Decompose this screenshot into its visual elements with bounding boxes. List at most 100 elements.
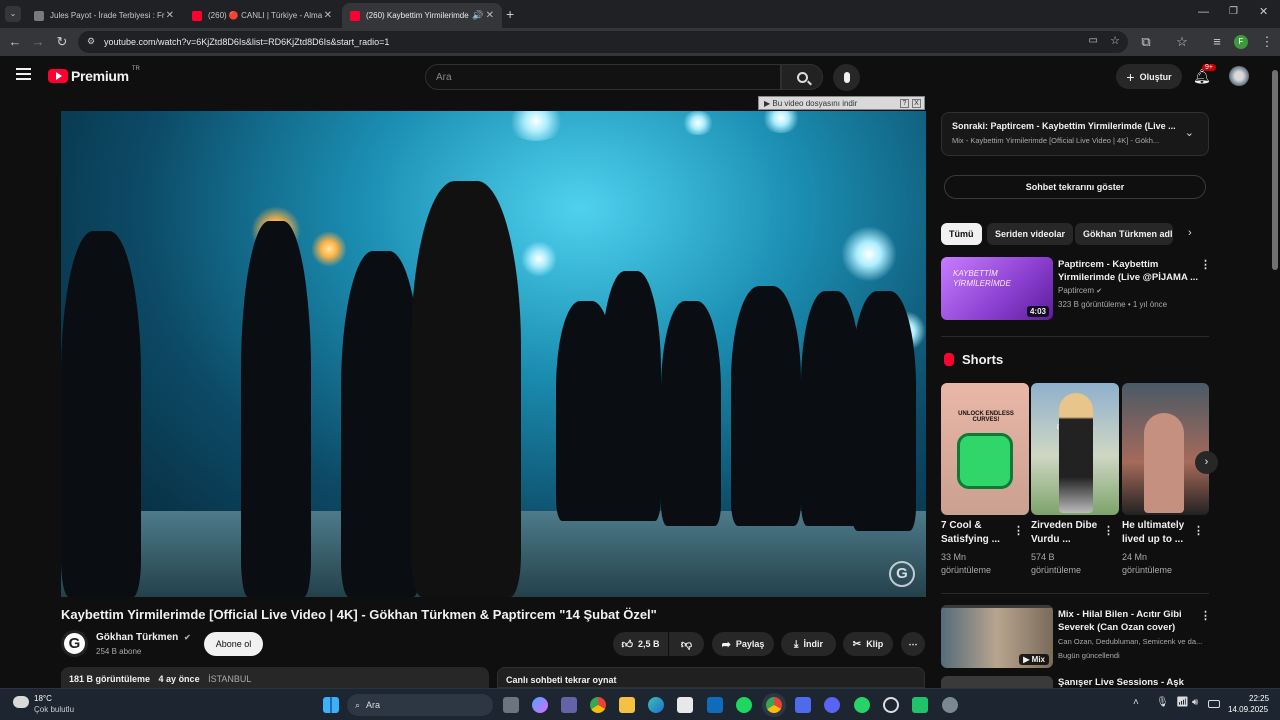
teams-icon[interactable] — [561, 697, 577, 713]
close-window-icon[interactable]: ✕ — [1259, 5, 1268, 18]
close-tab-icon[interactable]: ✕ — [166, 10, 174, 21]
minimize-icon[interactable]: — — [1198, 6, 1209, 18]
channel-name[interactable]: Gökhan Türkmen ✔ — [96, 632, 191, 643]
wifi-icon[interactable]: 📶︎ — [1176, 697, 1189, 708]
file-explorer-icon[interactable] — [619, 697, 635, 713]
clock-time[interactable]: 22:25 — [1249, 694, 1269, 703]
favorites-icon[interactable]: ☆ — [1173, 34, 1191, 50]
recommendation-title[interactable]: Şanışer Live Sessions - Aşk — [1058, 677, 1184, 688]
clock-date[interactable]: 14.09.2025 — [1228, 705, 1268, 714]
recommendation-title[interactable]: Paptircem - Kaybettim Yirmilerimde (Live… — [1058, 258, 1198, 284]
forward-icon[interactable]: → — [29, 34, 47, 49]
account-avatar[interactable] — [1229, 66, 1249, 86]
profile-avatar[interactable]: F — [1234, 35, 1248, 49]
short-title[interactable]: He ultimately lived up to ... — [1122, 519, 1194, 547]
url-field[interactable]: ⚙ youtube.com/watch?v=6KjZtd8D6Is&list=R… — [78, 31, 1128, 53]
weather-temp[interactable]: 18°C — [34, 694, 52, 703]
back-icon[interactable]: ← — [6, 34, 24, 49]
site-info-icon[interactable]: ⚙ — [87, 36, 95, 47]
store-icon[interactable] — [677, 697, 693, 713]
channel-watermark-icon[interactable]: G — [889, 561, 915, 587]
scrollbar-thumb[interactable] — [1272, 70, 1278, 270]
tab-irade-terbiyesi[interactable]: Jules Payot - İrade Terbiyesi : Fr ✕ — [26, 3, 182, 28]
taskbar-search[interactable]: ⌕ Ara — [347, 694, 493, 716]
mix-title[interactable]: Mix - Hilal Bilen - Acıtır Gibi Severek … — [1058, 608, 1182, 634]
subscribe-button[interactable]: Abone ol — [204, 632, 263, 656]
media-control-icon[interactable]: ≡ — [1208, 34, 1226, 49]
search-button[interactable] — [781, 64, 823, 90]
speaker-icon[interactable]: 🔊 — [472, 10, 483, 21]
new-tab-button[interactable]: + — [506, 6, 514, 22]
recommendation-channel[interactable]: Paptircem ✔ — [1058, 286, 1102, 295]
clip-button[interactable]: ✂ Klip — [843, 632, 893, 656]
battery-icon[interactable] — [1208, 700, 1220, 708]
chrome-active-icon[interactable] — [766, 697, 782, 713]
more-options-icon[interactable]: ⋮ — [1013, 524, 1024, 537]
short-thumbnail[interactable]: Doğancılıkta... — [1031, 383, 1119, 515]
more-options-icon[interactable]: ⋮ — [1200, 258, 1211, 271]
restore-icon[interactable]: ❐ — [1229, 6, 1238, 17]
mix-thumbnail[interactable]: ▶︎ Mix — [941, 605, 1053, 668]
close-tab-icon[interactable]: ✕ — [324, 10, 332, 21]
tab-list-chevron-icon[interactable]: ⌄ — [5, 6, 21, 22]
short-title[interactable]: 7 Cool & Satisfying ... — [941, 519, 1013, 547]
short-thumbnail[interactable] — [1122, 383, 1209, 515]
notifications-button[interactable]: 🔔︎ 9+ — [1193, 64, 1216, 86]
location-tag[interactable]: İSTANBUL — [208, 674, 251, 684]
edge-icon[interactable] — [648, 697, 664, 713]
hamburger-menu-icon[interactable] — [16, 68, 31, 80]
outlook-icon[interactable] — [707, 697, 723, 713]
reload-icon[interactable]: ↻ — [53, 34, 71, 50]
openai-icon[interactable] — [883, 697, 899, 713]
cast-icon[interactable]: ▭ — [1089, 35, 1098, 46]
create-button[interactable]: + Oluştur — [1116, 64, 1182, 89]
like-button[interactable]: 👍︎ 2,5 B — [613, 632, 668, 656]
more-options-icon[interactable]: ⋮ — [1103, 524, 1114, 537]
video-player[interactable]: G — [61, 111, 926, 597]
microphone-icon[interactable]: 🎙︎ — [1156, 697, 1169, 708]
whatsapp-icon[interactable] — [854, 697, 870, 713]
task-view-icon[interactable] — [503, 697, 519, 713]
discord-icon[interactable] — [824, 697, 840, 713]
volume-icon[interactable]: 🔊︎ — [1192, 697, 1198, 708]
chevron-down-icon[interactable]: ⌄ — [1185, 126, 1194, 139]
more-options-icon[interactable]: ⋮ — [1200, 609, 1211, 622]
tab-canli-turkiye[interactable]: (260) 🔴 CANLI | Türkiye - Alma ✕ — [184, 3, 340, 28]
chip-gokhan-turkmen[interactable]: Gökhan Türkmen adlı — [1075, 223, 1173, 245]
tab-kaybettim-yirmilerimde[interactable]: (260) Kaybettim Yirmilerimde 🔊 ✕ — [342, 3, 502, 28]
spotify-icon[interactable] — [736, 697, 752, 713]
close-tab-icon[interactable]: ✕ — [486, 10, 494, 21]
bookmark-star-icon[interactable]: ☆ — [1110, 34, 1120, 47]
up-next-panel[interactable]: Sonraki: Paptircem - Kaybettim Yirmileri… — [941, 112, 1209, 156]
settings-icon[interactable] — [942, 697, 958, 713]
close-icon[interactable]: X — [912, 98, 921, 108]
page-scrollbar[interactable] — [1270, 56, 1280, 688]
voice-search-button[interactable] — [833, 64, 860, 91]
search-input[interactable]: Ara — [425, 64, 781, 90]
copilot-icon[interactable] — [532, 697, 548, 713]
download-video-prompt[interactable]: ▶ Bu video dosyasını indir ? X — [758, 96, 925, 110]
tray-chevron-up-icon[interactable]: ˄ — [1133, 697, 1139, 708]
download-button[interactable]: ⤓ İndir — [781, 632, 836, 656]
chips-next-chevron-icon[interactable]: › — [1188, 227, 1192, 239]
chrome-icon[interactable] — [590, 697, 606, 713]
extensions-icon[interactable]: ⧉ — [1137, 34, 1155, 50]
share-button[interactable]: ➦ Paylaş — [712, 632, 774, 656]
app-icon[interactable] — [795, 697, 811, 713]
live-chat-replay-box[interactable]: Canlı sohbeti tekrar oynat — [497, 667, 925, 688]
channel-avatar[interactable]: G — [61, 630, 88, 657]
short-thumbnail[interactable]: UNLOCK ENDLESS CURVES! — [941, 383, 1029, 515]
help-icon[interactable]: ? — [900, 98, 909, 108]
chip-all[interactable]: Tümü — [941, 223, 982, 245]
show-chat-replay-button[interactable]: Sohbet tekrarını göster — [944, 175, 1206, 199]
windows-start-icon[interactable] — [323, 697, 339, 713]
browser-menu-icon[interactable]: ⋮ — [1258, 34, 1276, 50]
weather-icon[interactable] — [13, 696, 29, 708]
description-box[interactable]: 181 B görüntüleme 4 ay önce İSTANBUL — [61, 667, 489, 688]
dislike-button[interactable]: 👎︎ — [669, 632, 704, 656]
short-title[interactable]: Zirveden Dibe Vurdu ... — [1031, 519, 1103, 547]
more-actions-button[interactable]: ⋯ — [901, 632, 925, 656]
recommendation-thumbnail[interactable]: KAYBETTİM YİRMİLERİMDE 4:03 — [941, 257, 1053, 320]
chip-series-videos[interactable]: Seriden videolar — [987, 223, 1074, 245]
more-options-icon[interactable]: ⋮ — [1193, 524, 1204, 537]
